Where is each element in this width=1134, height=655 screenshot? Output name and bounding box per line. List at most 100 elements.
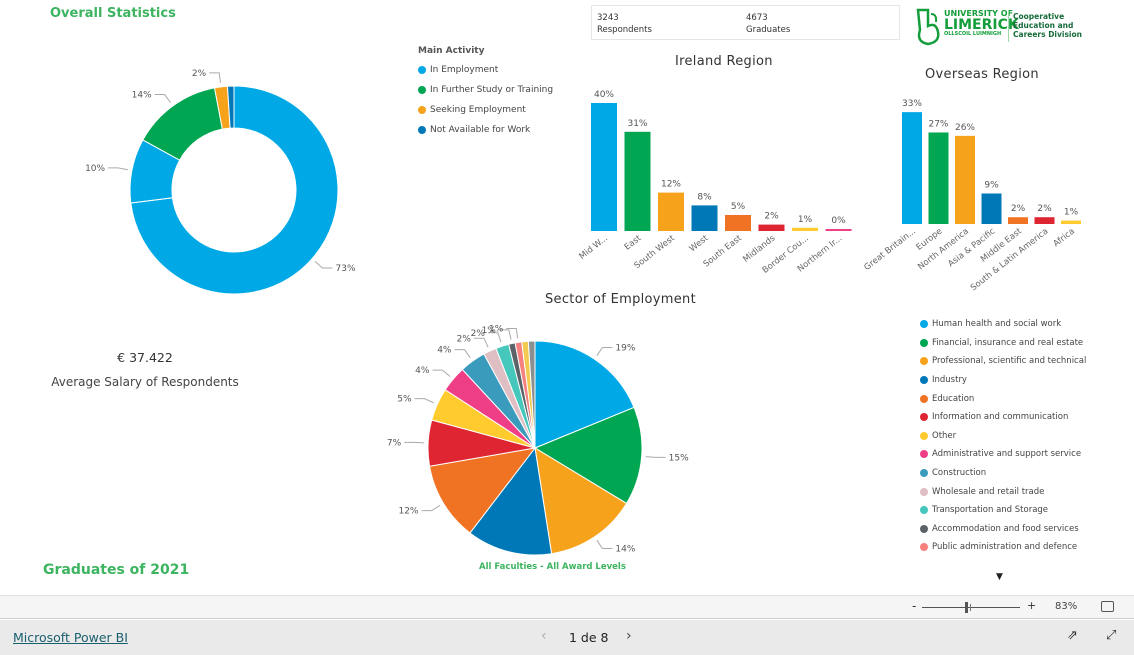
share-icon[interactable]: ⇗: [1067, 628, 1078, 643]
legend-label: Information and communication: [932, 412, 1069, 423]
legend-dot-icon: [920, 543, 928, 552]
ireland-bar[interactable]: [691, 205, 718, 231]
legend-item[interactable]: In Further Study or Training: [418, 80, 553, 100]
legend-title: Main Activity: [418, 46, 485, 56]
legend-label: In Employment: [430, 65, 499, 75]
legend-item[interactable]: Accommodation and food services: [920, 520, 1086, 539]
leader-line: [473, 337, 489, 348]
ireland-bar[interactable]: [591, 103, 617, 231]
donut-data-label: 73%: [336, 264, 356, 274]
legend-dot-icon: [920, 338, 928, 347]
main-activity-legend: Main Activity In Employment In Further St…: [418, 46, 553, 140]
zoom-bar: - + 83%: [0, 595, 1134, 619]
ireland-data-label: 2%: [764, 212, 779, 222]
ireland-data-label: 12%: [661, 180, 681, 190]
ireland-category-label: Mid W...: [577, 233, 609, 261]
overseas-bar[interactable]: [981, 193, 1002, 224]
leader-line: [314, 261, 333, 269]
legend-item[interactable]: Professional, scientific and technical: [920, 352, 1086, 371]
overseas-bar[interactable]: [902, 112, 922, 224]
legend-dot-icon: [920, 450, 928, 459]
legend-label: Professional, scientific and technical: [932, 356, 1087, 367]
zoom-in-button[interactable]: +: [1027, 599, 1036, 612]
overseas-bar[interactable]: [955, 135, 975, 224]
legend-item[interactable]: Administrative and support service: [920, 445, 1086, 464]
legend-scroll-down-icon[interactable]: ▼: [996, 572, 1003, 582]
legend-item[interactable]: Information and communication: [920, 408, 1086, 427]
overseas-data-label: 33%: [902, 99, 922, 109]
legend-item[interactable]: Industry: [920, 371, 1086, 390]
leader-line: [414, 398, 434, 404]
legend-label: Financial, insurance and real estate: [932, 337, 1084, 348]
legend-item[interactable]: Public administration and defence: [920, 538, 1086, 557]
overseas-data-label: 2%: [1037, 204, 1052, 214]
power-bi-link[interactable]: Microsoft Power BI: [13, 630, 128, 645]
legend-item[interactable]: Wholesale and retail trade: [920, 482, 1086, 501]
legend-label: Construction: [932, 468, 987, 479]
legend-dot-icon: [920, 320, 928, 329]
sector-pie-data-label: 19%: [615, 344, 635, 354]
donut-data-label: 2%: [192, 69, 207, 79]
legend-item[interactable]: Seeking Employment: [418, 100, 553, 120]
legend-label: Human health and social work: [932, 319, 1062, 330]
ireland-category-label: East: [623, 233, 644, 253]
fullscreen-icon[interactable]: ⤢: [1106, 628, 1116, 643]
overseas-bar[interactable]: [1008, 217, 1028, 224]
sector-pie-data-label: 12%: [398, 507, 418, 517]
ireland-category-label: West: [688, 233, 711, 254]
ireland-bar[interactable]: [792, 227, 818, 231]
leader-line: [154, 94, 171, 103]
leader-line: [596, 539, 613, 549]
ireland-data-label: 31%: [627, 119, 647, 129]
overseas-bar[interactable]: [1034, 217, 1055, 224]
legend-label: Education: [932, 393, 975, 404]
sector-legend: Human health and social work Financial, i…: [920, 315, 1086, 557]
fit-to-page-icon[interactable]: [1101, 601, 1114, 612]
overseas-data-label: 1%: [1064, 208, 1079, 218]
legend-item[interactable]: In Employment: [418, 60, 553, 80]
legend-item[interactable]: Education: [920, 389, 1086, 408]
zoom-level: 83%: [1055, 601, 1078, 612]
sector-pie-data-label: 5%: [397, 395, 412, 405]
ireland-data-label: 8%: [697, 192, 712, 202]
leader-line: [432, 369, 451, 377]
legend-label: Public administration and defence: [932, 542, 1078, 553]
ireland-data-label: 0%: [831, 216, 846, 226]
legend-label: In Further Study or Training: [430, 85, 554, 95]
sector-pie-data-label: 4%: [415, 366, 430, 376]
zoom-out-button[interactable]: -: [912, 599, 916, 613]
leader-line: [454, 349, 471, 359]
legend-dot-icon: [418, 66, 426, 74]
legend-item[interactable]: Transportation and Storage: [920, 501, 1086, 520]
sector-subtitle: All Faculties - All Award Levels: [479, 562, 626, 572]
ireland-data-label: 5%: [731, 202, 746, 212]
overseas-bar[interactable]: [928, 132, 949, 224]
sector-pie-data-label: 4%: [437, 346, 452, 356]
legend-item[interactable]: Construction: [920, 464, 1086, 483]
leader-line: [108, 167, 129, 171]
ireland-bar[interactable]: [825, 229, 852, 231]
ireland-region-title: Ireland Region: [675, 54, 773, 69]
ireland-bar[interactable]: [725, 215, 751, 231]
sector-pie-data-label: 1%: [489, 324, 504, 334]
legend-item[interactable]: Not Available for Work: [418, 120, 553, 140]
ireland-bar[interactable]: [658, 192, 684, 231]
legend-item[interactable]: Other: [920, 427, 1086, 446]
zoom-slider-thumb[interactable]: [965, 602, 969, 613]
sector-pie-data-label: 15%: [669, 453, 689, 463]
overseas-bar[interactable]: [1061, 220, 1081, 224]
legend-item[interactable]: Human health and social work: [920, 315, 1086, 334]
donut-data-label: 10%: [85, 164, 105, 174]
leader-line: [596, 347, 613, 357]
previous-page-icon[interactable]: ‹: [541, 628, 547, 644]
next-page-icon[interactable]: ›: [626, 628, 632, 644]
zoom-slider[interactable]: [922, 602, 1020, 613]
legend-item[interactable]: Financial, insurance and real estate: [920, 334, 1086, 353]
legend-dot-icon: [920, 394, 928, 403]
ireland-bar[interactable]: [624, 131, 651, 231]
ireland-data-label: 40%: [594, 90, 614, 100]
ireland-data-label: 1%: [798, 215, 813, 225]
ireland-bar[interactable]: [758, 224, 785, 231]
average-salary-value: € 37.422: [117, 350, 173, 365]
legend-label: Seeking Employment: [430, 105, 526, 115]
